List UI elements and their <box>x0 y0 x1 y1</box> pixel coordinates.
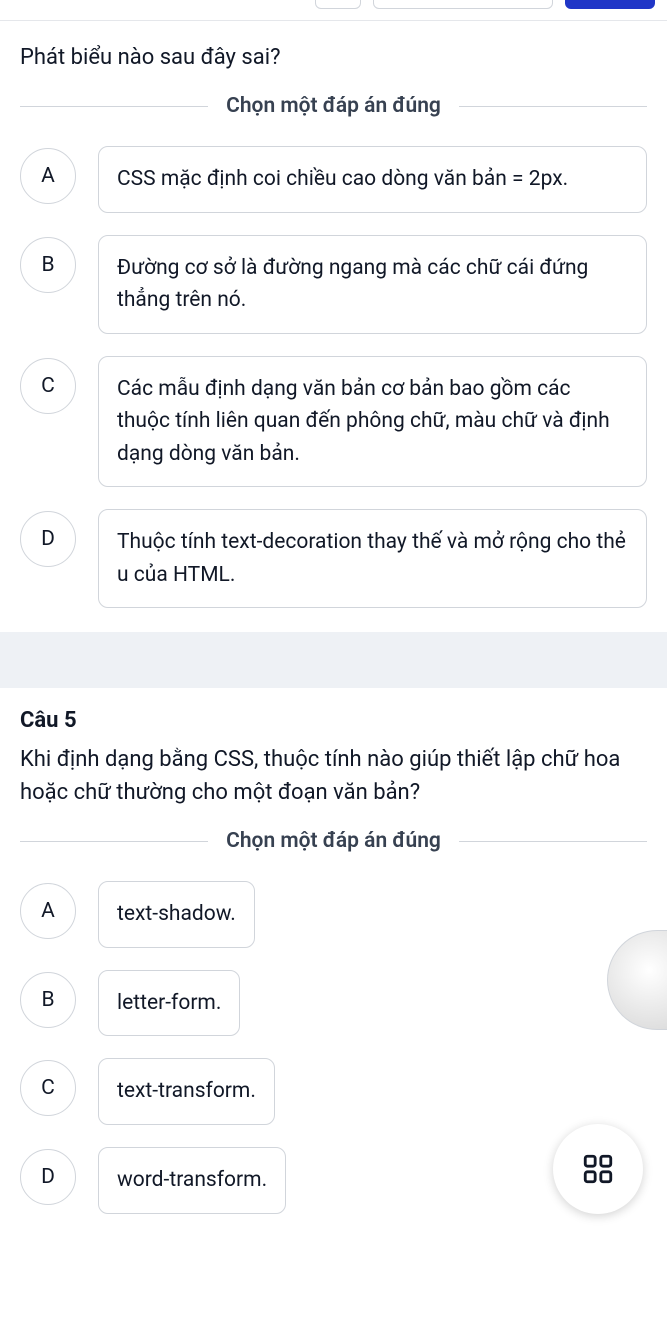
option-text: word-transform. <box>98 1147 286 1214</box>
option-text: text-transform. <box>98 1058 275 1125</box>
q4-option-b[interactable]: B Đường cơ sở là đường ngang mà các chữ … <box>20 235 647 334</box>
instruction-text: Chọn một đáp án đúng <box>208 94 459 118</box>
q5-option-d[interactable]: D word-transform. <box>20 1147 647 1214</box>
instruction-divider: Chọn một đáp án đúng <box>20 94 647 118</box>
option-text: text-shadow. <box>98 881 255 948</box>
header-primary-button[interactable] <box>565 0 655 9</box>
divider-line-left <box>20 841 208 842</box>
option-text: Thuộc tính text-decoration thay thế và m… <box>98 509 647 608</box>
instruction-divider: Chọn một đáp án đúng <box>20 829 647 853</box>
top-header <box>0 0 667 21</box>
divider-line-right <box>459 841 647 842</box>
header-control-1[interactable] <box>315 0 361 9</box>
question-4-prompt: Phát biểu nào sau đây sai? <box>20 41 647 74</box>
q5-option-b[interactable]: B letter-form. <box>20 970 647 1037</box>
q4-option-c[interactable]: C Các mẫu định dạng văn bản cơ bản bao g… <box>20 356 647 488</box>
option-letter: A <box>20 883 76 939</box>
option-letter: D <box>20 1149 76 1205</box>
instruction-text: Chọn một đáp án đúng <box>208 829 459 853</box>
section-separator <box>0 632 667 688</box>
option-letter: A <box>20 148 76 204</box>
option-letter: C <box>20 1060 76 1116</box>
question-4-block: Phát biểu nào sau đây sai? Chọn một đáp … <box>0 21 667 632</box>
header-control-2[interactable] <box>373 0 553 9</box>
option-letter: B <box>20 237 76 293</box>
q4-option-a[interactable]: A CSS mặc định coi chiều cao dòng văn bả… <box>20 146 647 213</box>
option-letter: C <box>20 358 76 414</box>
q5-option-c[interactable]: C text-transform. <box>20 1058 647 1125</box>
divider-line-left <box>20 106 208 107</box>
question-5-label: Câu 5 <box>20 708 647 733</box>
option-text: Đường cơ sở là đường ngang mà các chữ cá… <box>98 235 647 334</box>
option-text: CSS mặc định coi chiều cao dòng văn bản … <box>98 146 647 213</box>
option-text: Các mẫu định dạng văn bản cơ bản bao gồm… <box>98 356 647 488</box>
option-text: letter-form. <box>98 970 240 1037</box>
grid-icon <box>581 1152 615 1186</box>
q5-option-a[interactable]: A text-shadow. <box>20 881 647 948</box>
grid-fab-button[interactable] <box>553 1124 643 1214</box>
question-5-prompt: Khi định dạng bằng CSS, thuộc tính nào g… <box>20 743 647 809</box>
divider-line-right <box>459 106 647 107</box>
option-letter: D <box>20 511 76 567</box>
q4-option-d[interactable]: D Thuộc tính text-decoration thay thế và… <box>20 509 647 608</box>
option-letter: B <box>20 972 76 1028</box>
